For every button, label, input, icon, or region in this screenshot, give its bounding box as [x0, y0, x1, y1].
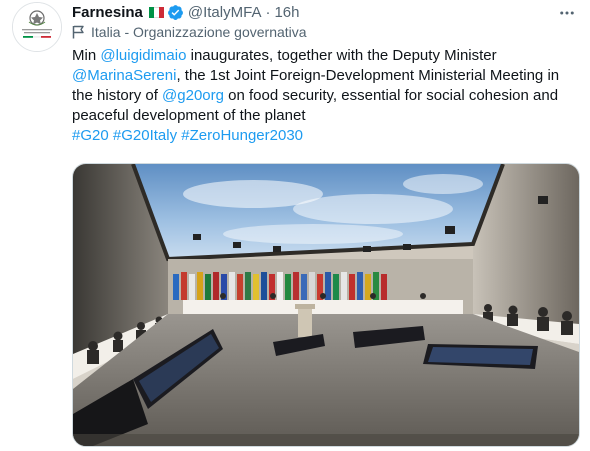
more-horizontal-icon — [560, 11, 574, 15]
hashtag-zerohunger2030[interactable]: #ZeroHunger2030 — [181, 127, 303, 144]
tweet-text: Min @luigidimaio inaugurates, together w… — [72, 46, 578, 146]
tweet-text-segment: inaugurates, together with the Deputy Mi… — [186, 47, 497, 64]
flag-label-icon — [72, 25, 84, 39]
tweet-photo[interactable] — [72, 163, 580, 447]
account-name[interactable]: Farnesina — [72, 4, 143, 21]
account-handle[interactable]: @ItalyMFA — [188, 4, 262, 21]
italy-flag-icon — [148, 6, 164, 18]
avatar[interactable] — [12, 2, 62, 52]
tweet-body: Min @luigidimaio inaugurates, together w… — [72, 46, 578, 126]
verified-badge-icon — [167, 4, 183, 20]
tweet-timestamp[interactable]: 16h — [274, 4, 299, 21]
mention-g20org[interactable]: @g20org — [162, 87, 224, 104]
meeting-hall-image — [73, 164, 579, 446]
separator-dot: · — [265, 3, 271, 21]
account-label-text: Italia - Organizzazione governativa — [91, 24, 307, 40]
mention-marinasereni[interactable]: @MarinaSereni — [72, 67, 176, 84]
hashtag-g20[interactable]: #G20 — [72, 127, 109, 144]
tweet-header: Farnesina @ItalyMFA · 16h — [72, 2, 299, 22]
tweet-hashtags: #G20 #G20Italy #ZeroHunger2030 — [72, 126, 578, 146]
account-label[interactable]: Italia - Organizzazione governativa — [72, 24, 307, 40]
tweet-text-segment: Min — [72, 47, 101, 64]
more-options-button[interactable] — [558, 4, 576, 27]
hashtag-g20italy[interactable]: #G20Italy — [113, 127, 177, 144]
ministry-emblem-icon — [13, 3, 61, 51]
mention-luigidimaio[interactable]: @luigidimaio — [100, 47, 186, 64]
tweet-card[interactable]: Farnesina @ItalyMFA · 16h Italia - Organ… — [0, 0, 590, 451]
